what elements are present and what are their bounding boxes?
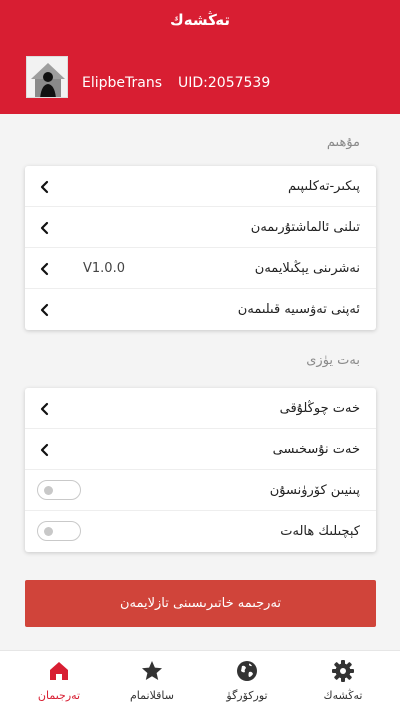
settings-card-display: خەت چوڭلۇقى خەت نۇسخىسى پىنيىن كۆرۈنسۇن …: [25, 388, 376, 552]
settings-row-label: پىنيىن كۆرۈنسۇن: [269, 483, 360, 498]
avatar-image: [27, 57, 67, 97]
settings-row-label: پىكىر-تەكلىپىم: [287, 179, 360, 194]
section-label-general: مۇھىم: [326, 135, 360, 150]
settings-row-label: خەت چوڭلۇقى: [279, 401, 360, 416]
tab-label: تەڭشەك: [323, 689, 363, 702]
username: ElipbeTrans: [82, 75, 163, 91]
home-icon: [50, 662, 68, 680]
tab-label: ساقلانمام: [130, 689, 174, 702]
chevron-left-icon: [40, 221, 49, 235]
version-value: V1.0.0: [83, 261, 125, 276]
settings-row-label: خەت نۇسخىسى: [272, 442, 360, 457]
globe-icon: [237, 661, 257, 681]
chevron-left-icon: [40, 180, 49, 194]
tab-favorites[interactable]: ساقلانمام: [102, 651, 202, 711]
settings-row-label: تىلنى ئالماشتۇرىمەن: [250, 220, 360, 235]
settings-row-update[interactable]: V1.0.0 نەشرىنى يېڭىلايمەن: [25, 248, 376, 289]
settings-row-feedback[interactable]: پىكىر-تەكلىپىم: [25, 166, 376, 207]
chevron-left-icon: [40, 303, 49, 317]
night-mode-toggle[interactable]: [37, 521, 81, 541]
toggle-knob: [44, 527, 53, 536]
user-id: UID:2057539: [178, 75, 271, 91]
settings-row-label: كېچىلىك ھالەت: [280, 524, 360, 539]
settings-row-night-mode: كېچىلىك ھالەت: [25, 511, 376, 552]
settings-row-pinyin: پىنيىن كۆرۈنسۇن: [25, 470, 376, 511]
settings-row-font-size[interactable]: خەت چوڭلۇقى: [25, 388, 376, 429]
tab-label: تەرجىمان: [37, 689, 81, 702]
tab-label: توركۆرگۈ: [226, 689, 268, 702]
settings-card-general: پىكىر-تەكلىپىم تىلنى ئالماشتۇرىمەن V1.0.…: [25, 166, 376, 330]
section-label-display: بەت يۈزى: [306, 353, 360, 368]
gear-icon: [332, 660, 354, 682]
settings-row-label: نەشرىنى يېڭىلايمەن: [254, 261, 360, 276]
tab-settings[interactable]: تەڭشەك: [293, 651, 393, 711]
chevron-left-icon: [40, 402, 49, 416]
settings-row-recommend[interactable]: ئەپنى تەۋسىيە قىلىمەن: [25, 289, 376, 330]
chevron-left-icon: [40, 443, 49, 457]
toggle-knob: [44, 486, 53, 495]
clear-history-button[interactable]: تەرجىمە خاتىرىسىنى تازلايمەن: [25, 580, 376, 627]
app-header: تەڭشەك ElipbeTrans UID:2057539: [0, 0, 400, 114]
settings-row-label: ئەپنى تەۋسىيە قىلىمەن: [237, 302, 360, 317]
pinyin-toggle[interactable]: [37, 480, 81, 500]
settings-row-language[interactable]: تىلنى ئالماشتۇرىمەن: [25, 207, 376, 248]
star-icon: [142, 661, 162, 680]
tab-browser[interactable]: توركۆرگۈ: [197, 651, 297, 711]
chevron-left-icon: [40, 262, 49, 276]
avatar[interactable]: [26, 56, 68, 98]
settings-row-font-style[interactable]: خەت نۇسخىسى: [25, 429, 376, 470]
bottom-tab-bar: تەرجىمان ساقلانمام توركۆرگۈ تەڭشەك: [0, 650, 400, 711]
page-title: تەڭشەك: [170, 11, 230, 29]
tab-translator[interactable]: تەرجىمان: [9, 651, 109, 711]
